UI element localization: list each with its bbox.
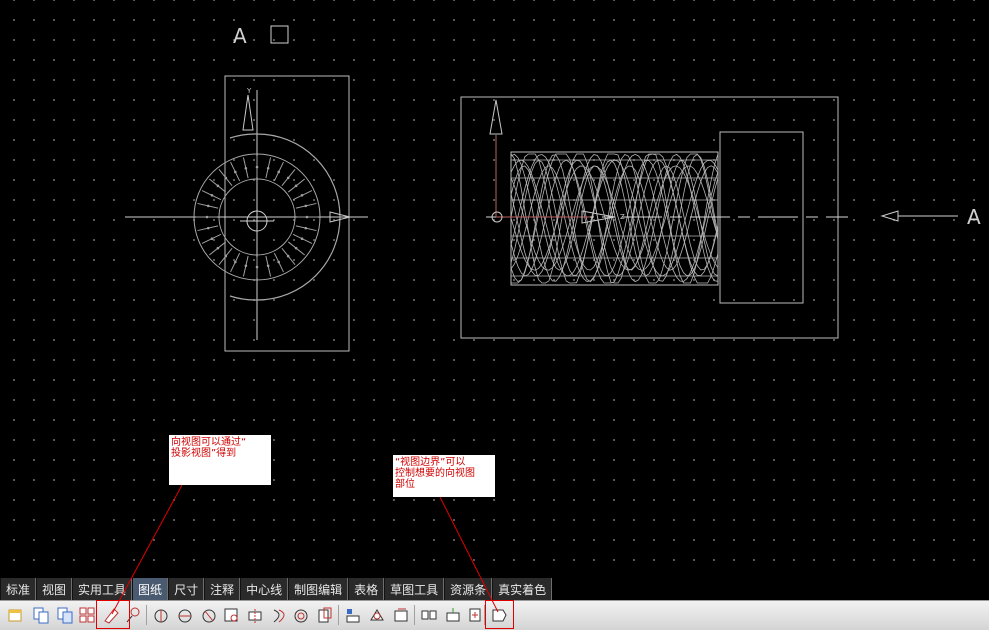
half-section-icon[interactable] xyxy=(176,606,194,624)
highlight-view-boundary xyxy=(485,600,514,629)
tab-5[interactable]: 注释 xyxy=(204,578,241,600)
layout-icon[interactable] xyxy=(78,606,96,624)
z-axis-label: Z xyxy=(620,213,625,221)
toolbar-separator xyxy=(414,605,415,625)
tab-8[interactable]: 表格 xyxy=(348,578,385,600)
tab-7[interactable]: 制图编辑 xyxy=(288,578,349,600)
auxiliary-view-icon[interactable] xyxy=(292,606,310,624)
break-view-icon[interactable] xyxy=(246,606,264,624)
toolbar-separator xyxy=(338,605,339,625)
tab-10[interactable]: 资源条 xyxy=(444,578,493,600)
align-view-icon[interactable] xyxy=(344,606,362,624)
paste-sheet-icon[interactable] xyxy=(56,606,74,624)
insert-view-icon[interactable] xyxy=(444,606,462,624)
side-axis-arrow-up xyxy=(489,99,503,135)
revolved-section-icon[interactable] xyxy=(200,606,218,624)
side-view[interactable]: Z xyxy=(460,96,848,339)
rotate-view-icon[interactable] xyxy=(368,606,386,624)
toolbar-separator xyxy=(146,605,147,625)
section-view-icon[interactable] xyxy=(152,606,170,624)
gear-outer-arc-3 xyxy=(229,295,258,301)
tab-3[interactable]: 图纸 xyxy=(132,578,169,600)
broken-out-section-icon[interactable] xyxy=(270,606,288,624)
tab-4[interactable]: 尺寸 xyxy=(168,578,205,600)
view-direction-arrow[interactable]: A xyxy=(880,205,981,229)
toolbar-tab-bar: 标准 视图 实用工具 图纸 尺寸 注释 中心线 制图编辑 表格 草图工具 资源条 真实着色 xyxy=(0,578,989,600)
tab-11[interactable]: 真实着色 xyxy=(492,578,553,600)
new-sheet-icon[interactable] xyxy=(6,606,24,624)
move-view-icon[interactable] xyxy=(392,606,410,624)
mesh-curves xyxy=(510,153,719,284)
view-properties-icon[interactable] xyxy=(466,606,484,624)
highlight-projected-view xyxy=(96,600,130,629)
crop-view-icon[interactable] xyxy=(316,606,334,624)
y-axis-label: Y xyxy=(246,87,252,95)
view-label-letter: A xyxy=(233,24,247,48)
view-label-box xyxy=(270,25,289,44)
annotation-note-projected: 向视图可以通过“ 投影视图”得到 xyxy=(169,435,271,485)
scale-view-icon[interactable] xyxy=(420,606,438,624)
tab-9[interactable]: 草图工具 xyxy=(384,578,445,600)
tab-2[interactable]: 实用工具 xyxy=(72,578,133,600)
tab-0[interactable]: 标准 xyxy=(0,578,37,600)
end-view[interactable]: Y xyxy=(125,75,368,352)
gear-outer-arc-2 xyxy=(229,133,258,139)
direction-arrow-head xyxy=(880,210,899,222)
direction-label-letter: A xyxy=(967,205,981,229)
tab-6[interactable]: 中心线 xyxy=(240,578,289,600)
tab-1[interactable]: 视图 xyxy=(36,578,73,600)
copy-sheet-icon[interactable] xyxy=(32,606,50,624)
drawing-canvas[interactable]: A Y Z A 向视图可以通过“ 投影视图”得到 “视图边界”可以 控制想要的向… xyxy=(0,0,989,578)
detail-view-icon[interactable] xyxy=(222,606,240,624)
y-axis-arrow xyxy=(242,94,254,131)
annotation-note-boundary: “视图边界”可以 控制想要的向视图 部位 xyxy=(393,455,495,497)
